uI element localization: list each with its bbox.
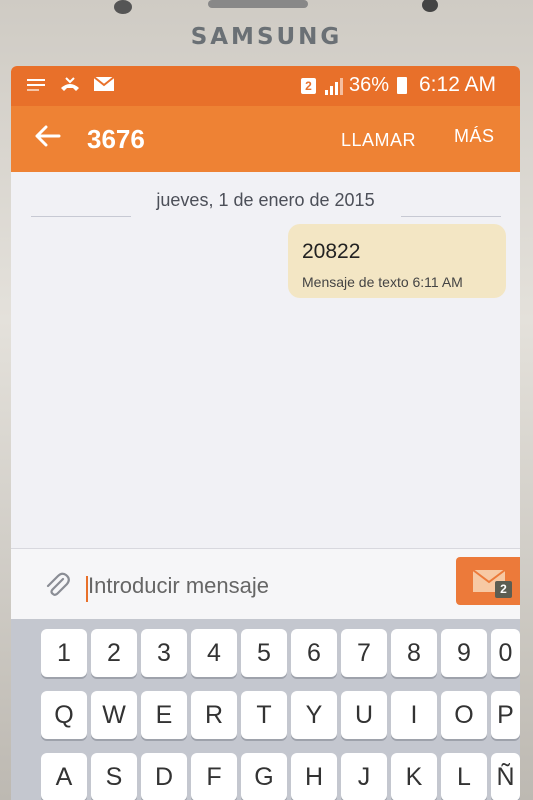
back-arrow-icon[interactable] xyxy=(33,122,61,155)
app-bar: 3676 LLAMAR MÁS xyxy=(11,106,520,172)
key-1[interactable]: 1 xyxy=(41,629,87,677)
key-p[interactable]: P xyxy=(491,691,520,739)
key-g[interactable]: G xyxy=(241,753,287,800)
earpiece-speaker xyxy=(208,0,308,8)
front-camera xyxy=(422,0,438,12)
message-input[interactable] xyxy=(88,569,448,603)
key-7[interactable]: 7 xyxy=(341,629,387,677)
mail-icon xyxy=(93,76,115,97)
keyboard: 1 2 3 4 5 6 7 8 9 0 Q W E R T Y U I O P … xyxy=(11,619,520,800)
key-s[interactable]: S xyxy=(91,753,137,800)
battery-icon xyxy=(397,77,407,94)
key-2[interactable]: 2 xyxy=(91,629,137,677)
key-k[interactable]: K xyxy=(391,753,437,800)
message-meta: Mensaje de texto 6:11 AM xyxy=(302,274,463,290)
key-a[interactable]: A xyxy=(41,753,87,800)
send-button[interactable]: 2 xyxy=(456,557,520,605)
sim-slot-badge: 2 xyxy=(301,78,316,94)
key-0[interactable]: 0 xyxy=(491,629,520,677)
message-bubble[interactable]: 20822 Mensaje de texto 6:11 AM xyxy=(288,224,506,298)
date-separator: jueves, 1 de enero de 2015 xyxy=(156,190,375,210)
date-divider-right xyxy=(401,216,501,217)
phone-screen: 2 36% 6:12 AM 3676 LLAMAR MÁS jueves, 1 … xyxy=(11,66,520,800)
date-divider-left xyxy=(31,216,131,217)
key-h[interactable]: H xyxy=(291,753,337,800)
status-clock: 6:12 AM xyxy=(419,73,497,96)
key-w[interactable]: W xyxy=(91,691,137,739)
menu-lines-icon xyxy=(27,76,47,97)
more-button[interactable]: MÁS xyxy=(454,126,495,147)
key-j[interactable]: J xyxy=(341,753,387,800)
key-9[interactable]: 9 xyxy=(441,629,487,677)
key-l[interactable]: L xyxy=(441,753,487,800)
key-y[interactable]: Y xyxy=(291,691,337,739)
send-sim-badge: 2 xyxy=(495,581,512,598)
missed-call-icon xyxy=(59,76,81,99)
brand-logo: SAMSUNG xyxy=(190,24,343,50)
key-o[interactable]: O xyxy=(441,691,487,739)
key-3[interactable]: 3 xyxy=(141,629,187,677)
key-6[interactable]: 6 xyxy=(291,629,337,677)
status-bar: 2 36% 6:12 AM xyxy=(11,66,520,106)
attachment-clip-icon[interactable] xyxy=(43,571,71,599)
message-text: 20822 xyxy=(302,240,361,263)
battery-percent: 36% xyxy=(349,74,390,96)
key-8[interactable]: 8 xyxy=(391,629,437,677)
call-button[interactable]: LLAMAR xyxy=(341,130,416,151)
key-i[interactable]: I xyxy=(391,691,437,739)
key-u[interactable]: U xyxy=(341,691,387,739)
front-sensor xyxy=(114,0,132,14)
key-n-tilde[interactable]: Ñ xyxy=(491,753,520,800)
signal-icon xyxy=(323,76,345,101)
key-4[interactable]: 4 xyxy=(191,629,237,677)
key-e[interactable]: E xyxy=(141,691,187,739)
key-5[interactable]: 5 xyxy=(241,629,287,677)
key-d[interactable]: D xyxy=(141,753,187,800)
key-t[interactable]: T xyxy=(241,691,287,739)
key-q[interactable]: Q xyxy=(41,691,87,739)
key-f[interactable]: F xyxy=(191,753,237,800)
contact-title: 3676 xyxy=(87,124,145,154)
key-r[interactable]: R xyxy=(191,691,237,739)
compose-bar: 2 xyxy=(11,548,520,619)
